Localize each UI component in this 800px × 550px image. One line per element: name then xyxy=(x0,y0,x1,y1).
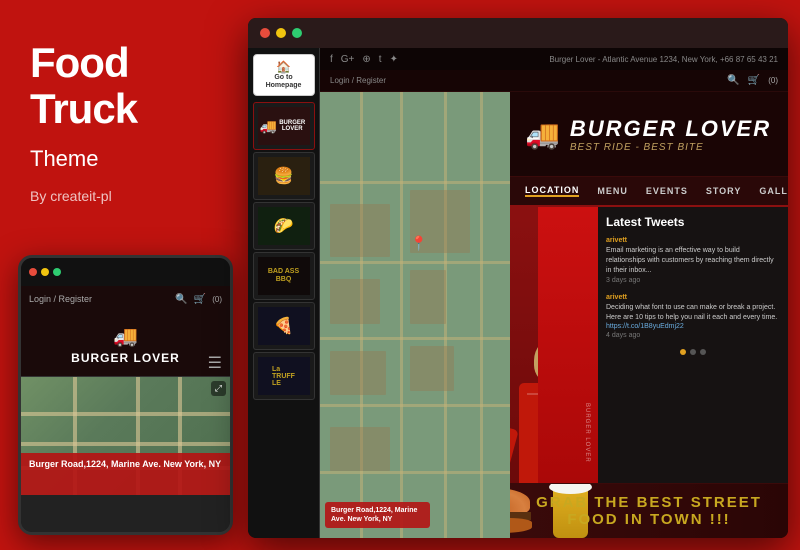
sidebar-logo-1: 🚚 BURGER LOVER xyxy=(258,107,310,145)
tweet-item-1: arivett Email marketing is an effective … xyxy=(606,237,780,284)
hero-area: 📍 Burger Road,1224, Marine Ave. New York… xyxy=(320,92,788,538)
desktop-sidebar: 🏠 Go toHomepage 🚚 BURGER LOVER 🍔 🌮 BAD xyxy=(248,48,320,538)
nav-location[interactable]: LOCATION xyxy=(525,185,579,197)
social-icons-group: f G+ ⊕ t ✦ xyxy=(330,54,398,65)
cart-icon[interactable]: 🛒 xyxy=(748,75,760,86)
googleplus-icon[interactable]: G+ xyxy=(341,54,355,65)
logo-name: BURGER LOVER xyxy=(570,116,771,142)
tweets-title: Latest Tweets xyxy=(606,215,780,229)
goto-homepage-button[interactable]: 🏠 Go toHomepage xyxy=(253,54,315,96)
hero-map[interactable]: 📍 Burger Road,1224, Marine Ave. New York… xyxy=(320,92,520,538)
mobile-map-popup-text: Burger Road,1224, Marine Ave. New York, … xyxy=(29,459,222,471)
rss-icon[interactable]: ⊕ xyxy=(362,54,370,65)
facebook-icon[interactable]: f xyxy=(330,54,333,65)
hero-photo-area: BURGER LOVER xyxy=(510,207,598,483)
banner-text: GRAB THE BEST STREET FOOD IN TOWN !!! xyxy=(510,494,788,528)
nav-story[interactable]: STORY xyxy=(706,186,742,196)
truck-icon-large: 🚚 xyxy=(525,118,560,151)
desktop-secondary-nav: Login / Register 🔍 🛒 (0) xyxy=(320,70,788,92)
tweet-time-2: 4 days ago xyxy=(606,332,780,339)
desktop-logo-header: 🚚 BURGER LOVER BEST RIDE - BEST BITE xyxy=(510,92,788,177)
desktop-chrome-bar xyxy=(248,18,788,48)
nav-gallery[interactable]: GALLERY xyxy=(759,186,788,196)
mobile-map-expand-icon[interactable]: ⤢ xyxy=(211,381,226,396)
mobile-logo-text: BURGER LOVER xyxy=(71,351,180,365)
mobile-mockup: Login / Register 🔍 🛒 (0) 🚚 BURGER LOVER … xyxy=(18,255,233,535)
tweet-time-1: 3 days ago xyxy=(606,277,780,284)
tweet-link-2[interactable]: https://t.co/1B8yuEdmj22 xyxy=(606,323,780,330)
mobile-truck-icon: 🚚 xyxy=(113,324,138,349)
address-text: Burger Lover - Atlantic Avenue 1234, New… xyxy=(549,55,778,64)
mobile-login-text[interactable]: Login / Register xyxy=(29,294,92,304)
nav-events[interactable]: EVENTS xyxy=(646,186,688,196)
brand-title: Food Truck xyxy=(30,40,200,132)
mobile-cart-icon[interactable]: 🛒 xyxy=(194,294,206,305)
bottom-banner: GRAB THE BEST STREET FOOD IN TOWN !!! xyxy=(510,483,788,538)
desktop-mockup: 🏠 Go toHomepage 🚚 BURGER LOVER 🍔 🌮 BAD xyxy=(248,18,788,538)
sidebar-item-5[interactable]: 🍕 xyxy=(253,302,315,350)
tweets-pagination xyxy=(606,349,780,355)
mobile-search-icon[interactable]: 🔍 xyxy=(175,294,187,305)
mobile-menu-icon[interactable]: ☰ xyxy=(208,353,222,373)
tweets-panel: Latest Tweets arivett Email marketing is… xyxy=(598,207,788,483)
mobile-dot-red xyxy=(29,268,37,276)
map-popup-text: Burger Road,1224, Marine Ave. New York, … xyxy=(331,506,424,524)
mobile-map: ⤢ Burger Road,1224, Marine Ave. New York… xyxy=(21,377,230,495)
search-icon[interactable]: 🔍 xyxy=(727,75,739,86)
desktop-main: f G+ ⊕ t ✦ Burger Lover - Atlantic Avenu… xyxy=(320,48,788,538)
sidebar-item-3[interactable]: 🌮 xyxy=(253,202,315,250)
chrome-dot-green[interactable] xyxy=(292,28,302,38)
sidebar-item-4[interactable]: BAD ASSBBQ xyxy=(253,252,315,300)
logo-tagline: BEST RIDE - BEST BITE xyxy=(570,142,771,153)
desktop-main-nav: LOCATION MENU EVENTS STORY GALLERY CONTA… xyxy=(510,177,788,207)
chrome-dot-red[interactable] xyxy=(260,28,270,38)
cart-count: (0) xyxy=(768,76,778,85)
chrome-dot-yellow[interactable] xyxy=(276,28,286,38)
nav-menu[interactable]: MENU xyxy=(597,186,628,196)
brand-by: By createit-pl xyxy=(30,188,200,204)
home-icon: 🏠 xyxy=(276,60,291,74)
mobile-cart-count: (0) xyxy=(212,295,222,304)
mobile-chrome-bar xyxy=(21,258,230,286)
sidebar-item-1[interactable]: 🚚 BURGER LOVER xyxy=(253,102,315,150)
tweet-dot-3[interactable] xyxy=(700,349,706,355)
goto-label: Go toHomepage xyxy=(266,74,302,91)
mobile-dot-green xyxy=(53,268,61,276)
sidebar-item-2[interactable]: 🍔 xyxy=(253,152,315,200)
tweet-text-2: Deciding what font to use can make or br… xyxy=(606,303,780,323)
tweet-dot-1[interactable] xyxy=(680,349,686,355)
desktop-top-nav: f G+ ⊕ t ✦ Burger Lover - Atlantic Avenu… xyxy=(320,48,788,70)
login-register-link[interactable]: Login / Register xyxy=(330,76,386,85)
mobile-map-info: Burger Road,1224, Marine Ave. New York, … xyxy=(21,453,230,495)
tweet-handle-2: arivett xyxy=(606,294,780,301)
man-left-arm xyxy=(510,425,519,474)
mobile-dot-yellow xyxy=(41,268,49,276)
mobile-logo-area: 🚚 BURGER LOVER xyxy=(21,312,230,377)
twitter-icon[interactable]: ✦ xyxy=(390,54,398,65)
mobile-nav: Login / Register 🔍 🛒 (0) xyxy=(21,286,230,312)
sidebar-item-6[interactable]: LaTRUFFLE xyxy=(253,352,315,400)
tweet-text-1: Email marketing is an effective way to b… xyxy=(606,246,780,275)
tweet-dot-2[interactable] xyxy=(690,349,696,355)
map-popup: Burger Road,1224, Marine Ave. New York, … xyxy=(325,502,430,528)
tweet-item-2: arivett Deciding what font to use can ma… xyxy=(606,294,780,339)
tumblr-icon[interactable]: t xyxy=(379,54,382,65)
brand-subtitle: Theme xyxy=(30,146,200,172)
tweet-handle-1: arivett xyxy=(606,237,780,244)
